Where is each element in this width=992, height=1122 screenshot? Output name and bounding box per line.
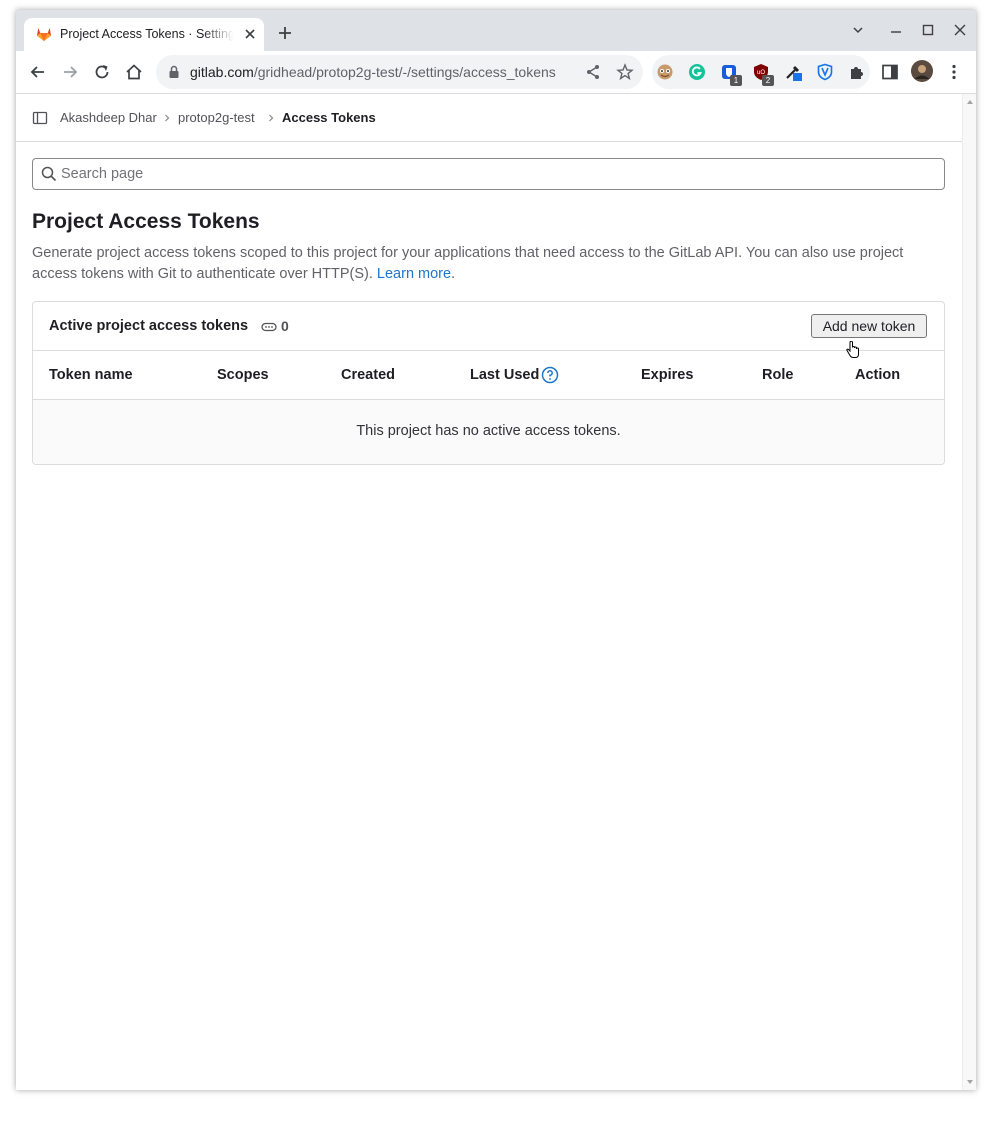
eyedropper-extension-icon[interactable] <box>784 63 802 81</box>
scroll-up-arrow-icon[interactable] <box>966 98 974 106</box>
url-host: gitlab.com <box>190 64 254 80</box>
browser-tab-active[interactable]: Project Access Tokens · Settings · Akash… <box>24 18 264 51</box>
address-bar[interactable]: gitlab.com/gridhead/protop2g-test/-/sett… <box>156 55 643 89</box>
chevron-right-icon <box>269 114 274 122</box>
browser-window: Project Access Tokens · Settings · Akash… <box>16 10 976 1090</box>
profile-avatar[interactable] <box>911 60 933 82</box>
puzzle-extensions-icon[interactable] <box>848 63 866 81</box>
description-period: . <box>451 266 456 282</box>
help-question-icon[interactable] <box>541 366 559 384</box>
new-tab-icon[interactable] <box>276 24 294 42</box>
chevron-right-icon <box>165 114 170 122</box>
breadcrumb-current[interactable]: Access Tokens <box>282 110 376 126</box>
column-expires[interactable]: Expires <box>641 367 693 384</box>
search-input[interactable] <box>61 160 931 188</box>
bitwarden-badge: 1 <box>730 75 742 86</box>
scroll-down-arrow-icon[interactable] <box>966 1078 974 1086</box>
table-body: This project has no active access tokens… <box>33 400 944 464</box>
page-title: Project Access Tokens <box>32 210 260 233</box>
gitlab-logo-icon <box>37 28 51 41</box>
lock-icon[interactable] <box>168 65 180 79</box>
forward-arrow-icon[interactable] <box>60 62 80 82</box>
tab-bar: Project Access Tokens · Settings · Akash… <box>16 10 976 51</box>
active-tokens-card: Active project access tokens 0 Add new t… <box>32 301 945 465</box>
add-new-token-button[interactable]: Add new token <box>811 314 927 338</box>
learn-more-link[interactable]: Learn more <box>377 266 451 282</box>
extensions-area: 1 uO 2 <box>652 55 870 89</box>
column-role[interactable]: Role <box>762 367 793 384</box>
side-panel-icon[interactable] <box>880 62 900 82</box>
share-icon[interactable] <box>584 63 602 81</box>
url-path: /gridhead/protop2g-test/-/settings/acces… <box>253 64 556 80</box>
home-icon[interactable] <box>124 62 144 82</box>
breadcrumb-user[interactable]: Akashdeep Dhar <box>60 110 157 126</box>
column-created[interactable]: Created <box>341 367 395 384</box>
column-scopes[interactable]: Scopes <box>217 367 269 384</box>
column-last-used[interactable]: Last Used <box>470 367 539 384</box>
back-arrow-icon[interactable] <box>28 62 48 82</box>
search-page-box[interactable] <box>32 158 945 190</box>
bookmark-star-icon[interactable] <box>616 63 634 81</box>
grammarly-extension-icon[interactable] <box>688 63 706 81</box>
card-title: Active project access tokens <box>49 318 249 334</box>
search-icon <box>41 166 57 182</box>
close-window-icon[interactable] <box>952 22 968 38</box>
page-scrollbar[interactable] <box>962 94 976 1090</box>
token-icon <box>261 322 277 332</box>
empty-state-message: This project has no active access tokens… <box>356 423 621 439</box>
column-token-name[interactable]: Token name <box>49 367 133 384</box>
page-content: Akashdeep Dhar protop2g-test Access Toke… <box>16 94 962 1090</box>
card-header: Active project access tokens 0 Add new t… <box>33 302 944 351</box>
minimize-icon[interactable] <box>888 22 904 38</box>
description-text: Generate project access tokens scoped to… <box>32 245 904 282</box>
url-text[interactable]: gitlab.com/gridhead/protop2g-test/-/sett… <box>190 64 556 80</box>
kebab-menu-icon[interactable] <box>944 62 964 82</box>
close-tab-icon[interactable] <box>242 26 258 42</box>
tab-title: Project Access Tokens · Settings · Akash… <box>60 27 234 41</box>
page-description: Generate project access tokens scoped to… <box>32 243 952 285</box>
reload-icon[interactable] <box>92 62 112 82</box>
breadcrumb-project[interactable]: protop2g-test <box>178 110 255 126</box>
sidebar-toggle-icon[interactable] <box>32 110 48 126</box>
column-action: Action <box>855 367 901 383</box>
ublock-badge: 2 <box>762 75 774 86</box>
maximize-icon[interactable] <box>920 22 936 38</box>
browser-toolbar: gitlab.com/gridhead/protop2g-test/-/sett… <box>16 51 976 94</box>
table-header: Token name Scopes Created Last Used Expi… <box>33 351 944 400</box>
tab-search-chevron-icon[interactable] <box>850 22 866 38</box>
hand-cursor-icon <box>846 341 859 358</box>
token-count: 0 <box>281 318 289 334</box>
breadcrumb: Akashdeep Dhar protop2g-test Access Toke… <box>16 94 962 142</box>
cookie-extension-icon[interactable] <box>656 63 674 81</box>
shield-extension-icon[interactable] <box>816 63 834 81</box>
